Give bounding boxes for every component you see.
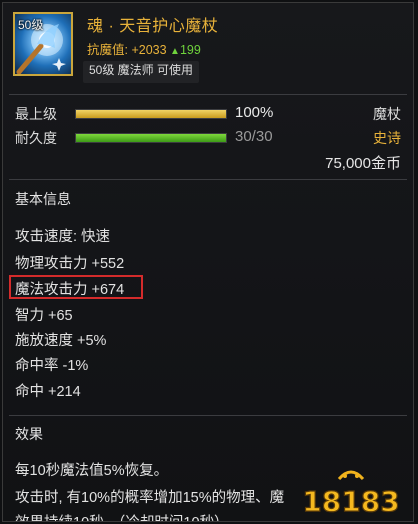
arrow-up-icon: ▲ — [170, 46, 180, 57]
level-label: 最上级 — [15, 106, 57, 122]
basic-info-title: 基本信息 — [15, 191, 71, 207]
stat-line: 物理攻击力 +552 — [15, 256, 125, 272]
effect-title: 效果 — [15, 426, 43, 442]
resist-bonus: 199 — [179, 43, 201, 57]
requirement-tag: 50级 魔法师 可使用 — [83, 61, 200, 83]
effect-line: 效果持续10秒。（冷却时间10秒） — [15, 511, 229, 521]
level-value: 100% — [235, 104, 274, 121]
item-icon: 50级 — [13, 12, 73, 76]
divider — [9, 179, 407, 180]
stat-line: 攻击速度: 快速 — [15, 229, 111, 245]
watermark-text: 18183 — [302, 485, 399, 517]
durability-value: 30/30 — [235, 128, 273, 145]
item-rarity: 史诗 — [373, 130, 401, 146]
item-price: 75,000金币 — [325, 155, 401, 172]
durability-bar-fill — [76, 134, 226, 142]
item-type: 魔杖 — [373, 106, 401, 122]
stat-line: 施放速度 +5% — [15, 333, 107, 349]
stat-line: 智力 +65 — [15, 308, 73, 324]
resist-stat: 抗魔值: +2033 ▲199 — [87, 39, 201, 58]
stat-line: 命中率 -1% — [15, 358, 89, 374]
highlight-box — [9, 275, 143, 299]
item-tooltip: 50级 魂 · 天音护心魔杖 抗魔值: +2033 ▲199 50级 魔法师 可… — [2, 2, 414, 522]
resist-label: 抗魔值: +2033 — [87, 43, 167, 57]
item-level-badge: 50级 — [18, 18, 44, 32]
divider — [9, 94, 407, 95]
effect-line: 每10秒魔法值5%恢复。 — [15, 463, 169, 479]
stat-line: 命中 +214 — [15, 384, 81, 400]
watermark-logo: 18183 — [302, 470, 400, 517]
level-bar — [75, 109, 227, 119]
effect-line: 攻击时, 有10%的概率增加15%的物理、魔 — [15, 490, 285, 506]
divider — [9, 415, 407, 416]
durability-bar — [75, 133, 227, 143]
durability-label: 耐久度 — [15, 130, 57, 146]
level-bar-fill — [76, 110, 226, 118]
item-name: 魂 · 天音护心魔杖 — [87, 18, 219, 35]
